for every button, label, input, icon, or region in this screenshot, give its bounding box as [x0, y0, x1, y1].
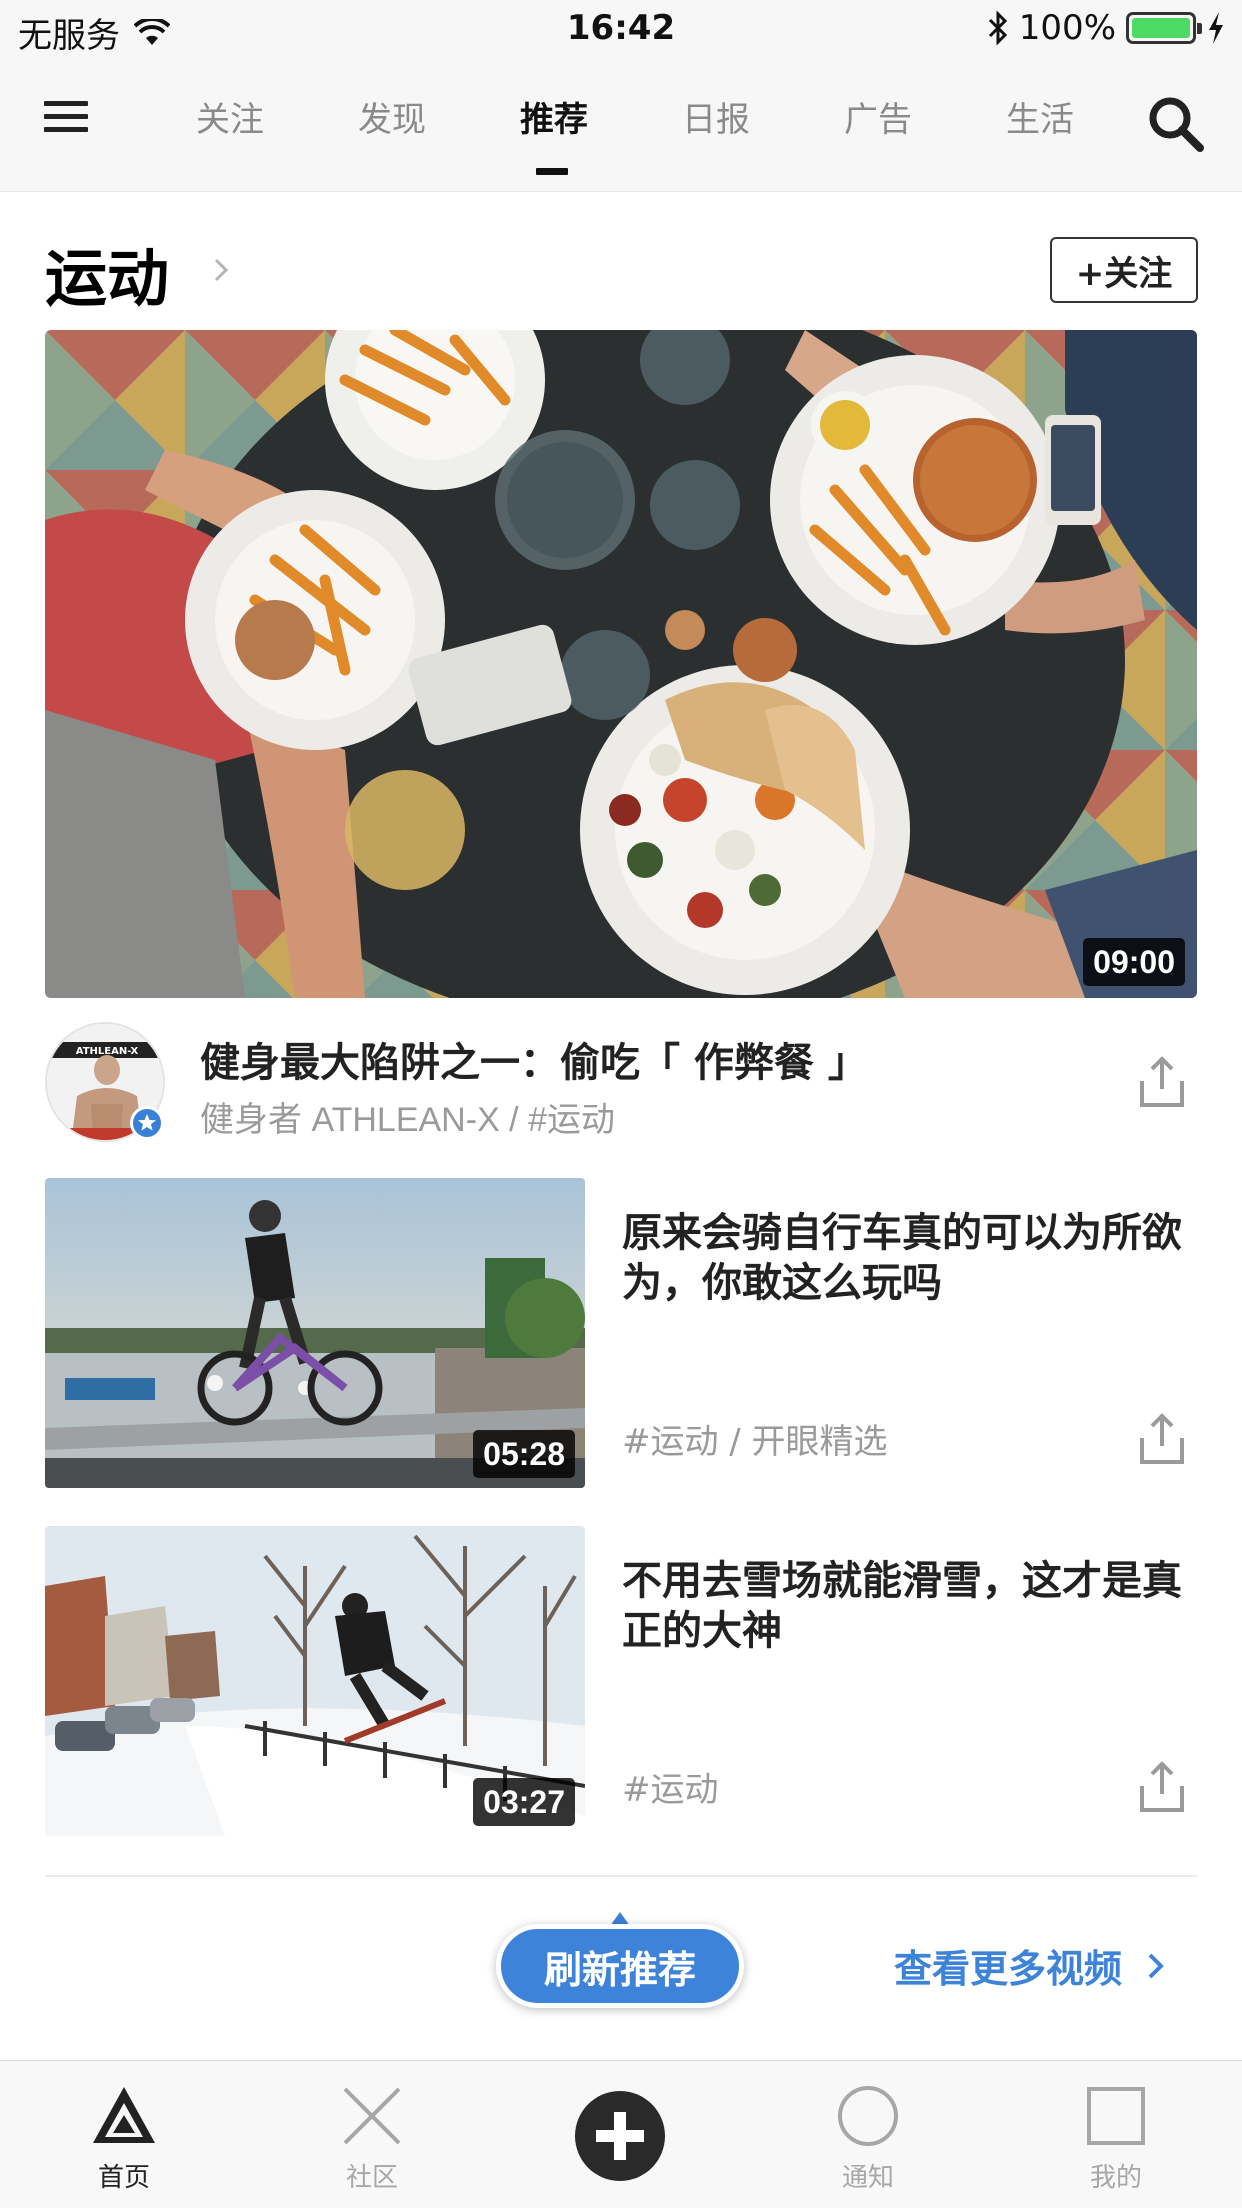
- battery-level: [1132, 18, 1190, 38]
- carrier-label: 无服务: [18, 16, 120, 56]
- tab-label: 首页: [97, 2163, 150, 2193]
- home-triangle-icon: [93, 2087, 155, 2143]
- status-bar-right: 100%: [987, 8, 1226, 48]
- tab-profile[interactable]: 我的: [1036, 2081, 1196, 2194]
- top-navigation: 关注 发现 推荐 日报 广告 生活: [0, 62, 1242, 192]
- bottom-tab-bar: 首页 社区 通知 我的: [0, 2060, 1242, 2208]
- view-more-label: 查看更多视频: [894, 1947, 1123, 1991]
- share-icon[interactable]: [1138, 1412, 1186, 1466]
- verified-badge: [130, 1106, 164, 1140]
- section-title[interactable]: 运动: [45, 228, 169, 318]
- featured-video-title[interactable]: 健身最大陷阱之一：偷吃「 作弊餐 」: [200, 1030, 868, 1088]
- search-icon[interactable]: [1146, 94, 1206, 154]
- chevron-right-icon: [1148, 1953, 1164, 1978]
- wifi-icon: [134, 18, 170, 45]
- refresh-recommendations-button[interactable]: 刷新推荐: [496, 1924, 744, 2008]
- chevron-right-icon[interactable]: [208, 250, 236, 290]
- tab-label: 我的: [1089, 2163, 1142, 2193]
- menu-icon[interactable]: [44, 101, 88, 145]
- profile-square-icon: [1087, 2087, 1145, 2145]
- video-thumbnail-ski[interactable]: 03:27: [45, 1526, 585, 1836]
- tab-label: 通知: [841, 2163, 894, 2193]
- notification-circle-icon: [838, 2086, 898, 2146]
- featured-video-meta[interactable]: 健身者 ATHLEAN-X / #运动: [200, 1092, 615, 1141]
- tab-home[interactable]: 首页: [44, 2081, 204, 2194]
- section-divider: [45, 1875, 1197, 1877]
- video-duration: 05:28: [473, 1430, 575, 1478]
- video-title[interactable]: 不用去雪场就能滑雪，这才是真正的大神: [622, 1556, 1182, 1656]
- plus-circle-icon[interactable]: [574, 2090, 666, 2182]
- battery-icon: [1126, 12, 1202, 44]
- tab-community[interactable]: 社区: [292, 2081, 452, 2194]
- tab-tuijian[interactable]: 推荐: [494, 92, 614, 141]
- video-duration: 03:27: [473, 1778, 575, 1826]
- food-table-image: [45, 330, 1197, 998]
- video-title[interactable]: 原来会骑自行车真的可以为所欲为，你敢这么玩吗: [622, 1208, 1182, 1308]
- tab-notifications[interactable]: 通知: [788, 2081, 948, 2194]
- tab-ribao[interactable]: 日报: [656, 92, 776, 141]
- follow-button[interactable]: +关注: [1050, 237, 1198, 303]
- tab-label: 社区: [345, 2163, 398, 2193]
- tab-guanggao[interactable]: 广告: [818, 92, 938, 141]
- share-icon[interactable]: [1138, 1760, 1186, 1814]
- tab-guanzhu[interactable]: 关注: [170, 92, 290, 141]
- featured-video-thumbnail[interactable]: 09:00: [45, 330, 1197, 998]
- status-bar-left: 无服务: [18, 8, 170, 57]
- charging-icon: [1209, 12, 1223, 44]
- view-more-videos-link[interactable]: 查看更多视频: [894, 1938, 1166, 1993]
- active-tab-indicator: [536, 168, 568, 175]
- share-icon[interactable]: [1138, 1055, 1186, 1109]
- category-tabs: 关注 发现 推荐 日报 广告 生活: [170, 92, 1110, 152]
- video-duration: 09:00: [1083, 938, 1185, 986]
- battery-percent: 100%: [1018, 8, 1116, 48]
- tab-faxian[interactable]: 发现: [332, 92, 452, 141]
- video-thumbnail-bike[interactable]: 05:28: [45, 1178, 585, 1488]
- community-x-icon: [343, 2087, 401, 2145]
- status-bar: 无服务 16:42 100%: [0, 0, 1242, 62]
- video-meta[interactable]: #运动: [622, 1762, 719, 1811]
- bluetooth-icon: [988, 11, 1007, 45]
- video-meta[interactable]: #运动 / 开眼精选: [622, 1414, 888, 1463]
- tab-shenghuo[interactable]: 生活: [980, 92, 1100, 141]
